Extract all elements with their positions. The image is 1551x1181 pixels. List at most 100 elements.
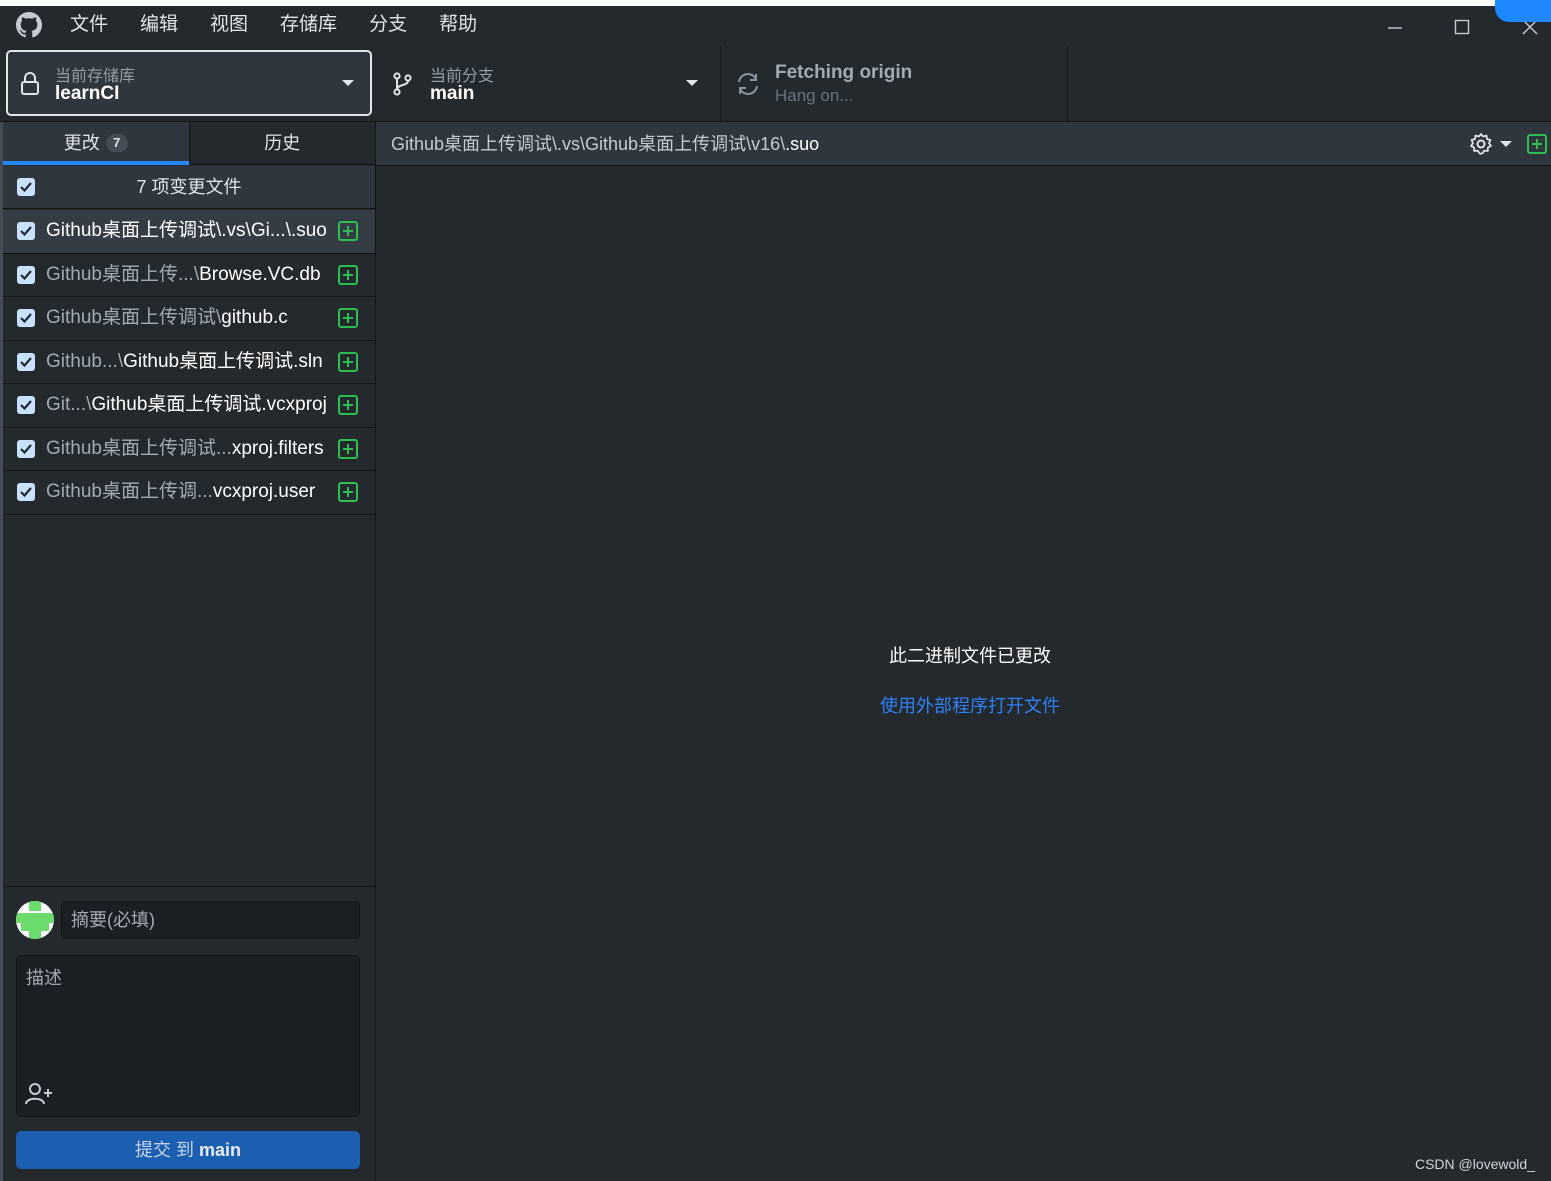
- tab-changes-label: 更改: [63, 133, 100, 153]
- menu-help[interactable]: 帮助: [423, 12, 493, 40]
- minimize-icon: [1388, 27, 1402, 29]
- menu-file[interactable]: 文件: [54, 12, 124, 40]
- check-icon: [20, 356, 32, 367]
- commit-button-branch: main: [199, 1140, 242, 1160]
- diff-path-base: .suo: [785, 134, 820, 154]
- diff-settings-button[interactable]: [1469, 132, 1515, 156]
- file-path: Github桌面上传调试\.vs\Gi...\.suo: [46, 210, 327, 252]
- file-dir: Github...\: [46, 350, 124, 372]
- watermark: CSDN @lovewold_: [1414, 1156, 1535, 1172]
- file-checkbox[interactable]: [17, 352, 35, 371]
- maximize-icon: [1454, 19, 1470, 35]
- file-list-item[interactable]: Github桌面上传调...vcxproj.user: [3, 471, 375, 515]
- changed-files-list: Github桌面上传调试\.vs\Gi...\.suo Github桌面上传..…: [3, 210, 375, 515]
- repository-name: learnCI: [55, 83, 120, 104]
- menu-branch[interactable]: 分支: [353, 12, 423, 40]
- check-icon: [20, 400, 32, 411]
- file-list-item[interactable]: Github...\Github桌面上传调试.sln: [3, 341, 375, 384]
- window-edge: [0, 122, 3, 1181]
- changes-sidebar: 更改 7 历史 7 项变更文件 Github桌面上传调试\.vs\Gi...\.s…: [0, 122, 376, 1181]
- file-list-item[interactable]: Github桌面上传调试\.vs\Gi...\.suo: [3, 210, 375, 254]
- check-icon: [20, 313, 32, 324]
- changes-count-badge: 7: [105, 134, 128, 152]
- diff-file-path: Github桌面上传调试\.vs\Github桌面上传调试\v16\.suo: [391, 122, 819, 166]
- file-added-icon: [338, 308, 358, 328]
- file-list-item[interactable]: Github桌面上传调试...xproj.filters: [3, 428, 375, 471]
- menu-view[interactable]: 视图: [194, 12, 264, 40]
- file-dir: Git...\: [46, 394, 92, 415]
- file-dir: Github桌面上传调试...: [46, 437, 232, 459]
- file-added-icon: [338, 438, 358, 459]
- check-icon: [20, 487, 32, 498]
- file-checkbox[interactable]: [17, 396, 35, 414]
- github-logo-icon: [16, 12, 42, 38]
- chevron-down-icon: [686, 80, 698, 86]
- changed-files-summary: 7 项变更文件: [136, 177, 242, 197]
- file-base: xproj.filters: [231, 437, 324, 459]
- chevron-down-icon: [342, 80, 354, 86]
- file-base: vcxproj.user: [212, 481, 316, 502]
- file-added-icon: [338, 351, 358, 372]
- commit-button[interactable]: 提交 到 main: [16, 1131, 360, 1169]
- file-base: github.c: [221, 307, 288, 328]
- file-added-icon: [338, 482, 358, 502]
- diff-header: Github桌面上传调试\.vs\Github桌面上传调试\v16\.suo: [376, 122, 1551, 166]
- tab-history-label: 历史: [264, 133, 301, 153]
- title-bar: 文件 编辑 视图 存储库 分支 帮助: [0, 0, 1551, 46]
- file-checkbox[interactable]: [17, 265, 35, 284]
- file-list-item[interactable]: Git...\Github桌面上传调试.vcxproj: [3, 384, 375, 428]
- file-path: Github桌面上传调...vcxproj.user: [46, 471, 315, 513]
- file-added-icon: [338, 395, 358, 415]
- sync-icon: [738, 73, 758, 95]
- commit-form: 摘要(必填) 描述 提交 到 main: [3, 886, 375, 1181]
- file-added-icon: [338, 264, 358, 285]
- fetch-title: Fetching origin: [775, 62, 913, 83]
- check-icon: [20, 226, 32, 237]
- git-branch-icon: [393, 72, 412, 96]
- file-list-item[interactable]: Github桌面上传调试\github.c: [3, 297, 375, 341]
- check-icon: [20, 269, 32, 280]
- file-added-icon: [338, 221, 358, 241]
- file-dir: Github桌面上传...\: [46, 263, 200, 285]
- file-path: Github桌面上传调试...xproj.filters: [46, 428, 324, 470]
- menu-edit[interactable]: 编辑: [124, 12, 194, 40]
- file-checkbox[interactable]: [17, 439, 35, 458]
- current-branch-dropdown[interactable]: 当前分支 main: [376, 46, 721, 122]
- menu-repository[interactable]: 存储库: [264, 12, 353, 40]
- current-repository-dropdown[interactable]: 当前存储库 learnCI: [6, 50, 372, 116]
- avatar: [16, 901, 54, 939]
- toolbar: 当前存储库 learnCI 当前分支 main Fetching origin …: [0, 46, 1551, 122]
- fetch-origin-button[interactable]: Fetching origin Hang on...: [721, 46, 1068, 122]
- minimize-button[interactable]: [1362, 12, 1428, 42]
- file-base: Browse.VC.db: [199, 263, 321, 285]
- file-checkbox[interactable]: [17, 222, 35, 240]
- check-icon: [20, 443, 32, 454]
- file-base: Github桌面上传调试.vcxproj: [91, 394, 327, 415]
- tab-changes[interactable]: 更改 7: [3, 122, 189, 165]
- file-dir: Github桌面上传调试\: [46, 307, 222, 328]
- file-checkbox[interactable]: [17, 483, 35, 501]
- file-checkbox[interactable]: [17, 309, 35, 327]
- maximize-button[interactable]: [1429, 12, 1495, 42]
- file-path: Github桌面上传...\Browse.VC.db: [46, 254, 321, 296]
- file-list-item[interactable]: Github桌面上传...\Browse.VC.db: [3, 254, 375, 297]
- fetch-subtitle: Hang on...: [775, 86, 854, 105]
- file-path: Github桌面上传调试\github.c: [46, 297, 288, 339]
- chevron-down-icon: [1500, 141, 1512, 147]
- overlay-badge: [1495, 0, 1551, 22]
- commit-summary-input[interactable]: 摘要(必填): [61, 901, 360, 939]
- file-base: Github桌面上传调试.sln: [123, 350, 323, 372]
- menu-bar: 文件 编辑 视图 存储库 分支 帮助: [54, 12, 493, 40]
- branch-name: main: [430, 83, 475, 104]
- tab-history[interactable]: 历史: [188, 122, 375, 164]
- commit-description-input[interactable]: 描述: [16, 955, 360, 1117]
- open-external-link[interactable]: 使用外部程序打开文件: [376, 692, 1551, 718]
- add-coauthor-icon[interactable]: [25, 1082, 55, 1106]
- diff-path-dir: Github桌面上传调试\.vs\Github桌面上传调试\v16\: [391, 134, 786, 154]
- gear-icon: [1470, 133, 1492, 155]
- file-dir: Github桌面上传调...: [46, 481, 213, 502]
- file-path: Git...\Github桌面上传调试.vcxproj: [46, 384, 327, 426]
- commit-button-prefix: 提交 到: [134, 1140, 199, 1160]
- lock-icon: [21, 72, 39, 95]
- file-path: Github...\Github桌面上传调试.sln: [46, 341, 323, 383]
